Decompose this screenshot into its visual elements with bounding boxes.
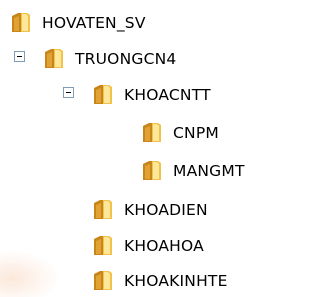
tree-node-label: KHOACNTT: [124, 86, 211, 104]
tree-node-truongcn4[interactable]: TRUONGCN4: [42, 44, 176, 74]
folder-icon: [42, 47, 66, 71]
collapse-minus-icon[interactable]: [63, 87, 74, 98]
tree-node-label: MANGMT: [173, 162, 245, 180]
folder-icon: [91, 198, 115, 222]
folder-icon: [91, 234, 115, 258]
tree-node-hovaten-sv[interactable]: HOVATEN_SV: [9, 8, 146, 38]
folder-icon: [91, 83, 115, 107]
tree-node-khoacntt[interactable]: KHOACNTT: [91, 80, 211, 110]
folder-icon: [91, 269, 115, 293]
tree-node-label: CNPM: [173, 124, 219, 142]
folder-icon: [140, 121, 164, 145]
tree-node-khoahoa[interactable]: KHOAHOA: [91, 231, 204, 261]
tree-node-mangmt[interactable]: MANGMT: [140, 156, 245, 186]
background-glow: [0, 250, 60, 297]
folder-icon: [140, 159, 164, 183]
tree-node-khoadien[interactable]: KHOADIEN: [91, 195, 208, 225]
tree-view: HOVATEN_SV TRUONGCN4 KHOACNTT CNPM MANGM…: [0, 0, 284, 297]
tree-node-label: KHOADIEN: [124, 201, 208, 219]
tree-node-label: KHOAHOA: [124, 237, 204, 255]
collapse-minus-icon[interactable]: [14, 51, 25, 62]
tree-node-label: HOVATEN_SV: [42, 14, 146, 32]
folder-icon: [9, 11, 33, 35]
tree-node-label: TRUONGCN4: [75, 50, 177, 68]
tree-node-khoakinhte[interactable]: KHOAKINHTE: [91, 266, 228, 296]
tree-node-cnpm[interactable]: CNPM: [140, 118, 219, 148]
tree-node-label: KHOAKINHTE: [124, 272, 228, 290]
